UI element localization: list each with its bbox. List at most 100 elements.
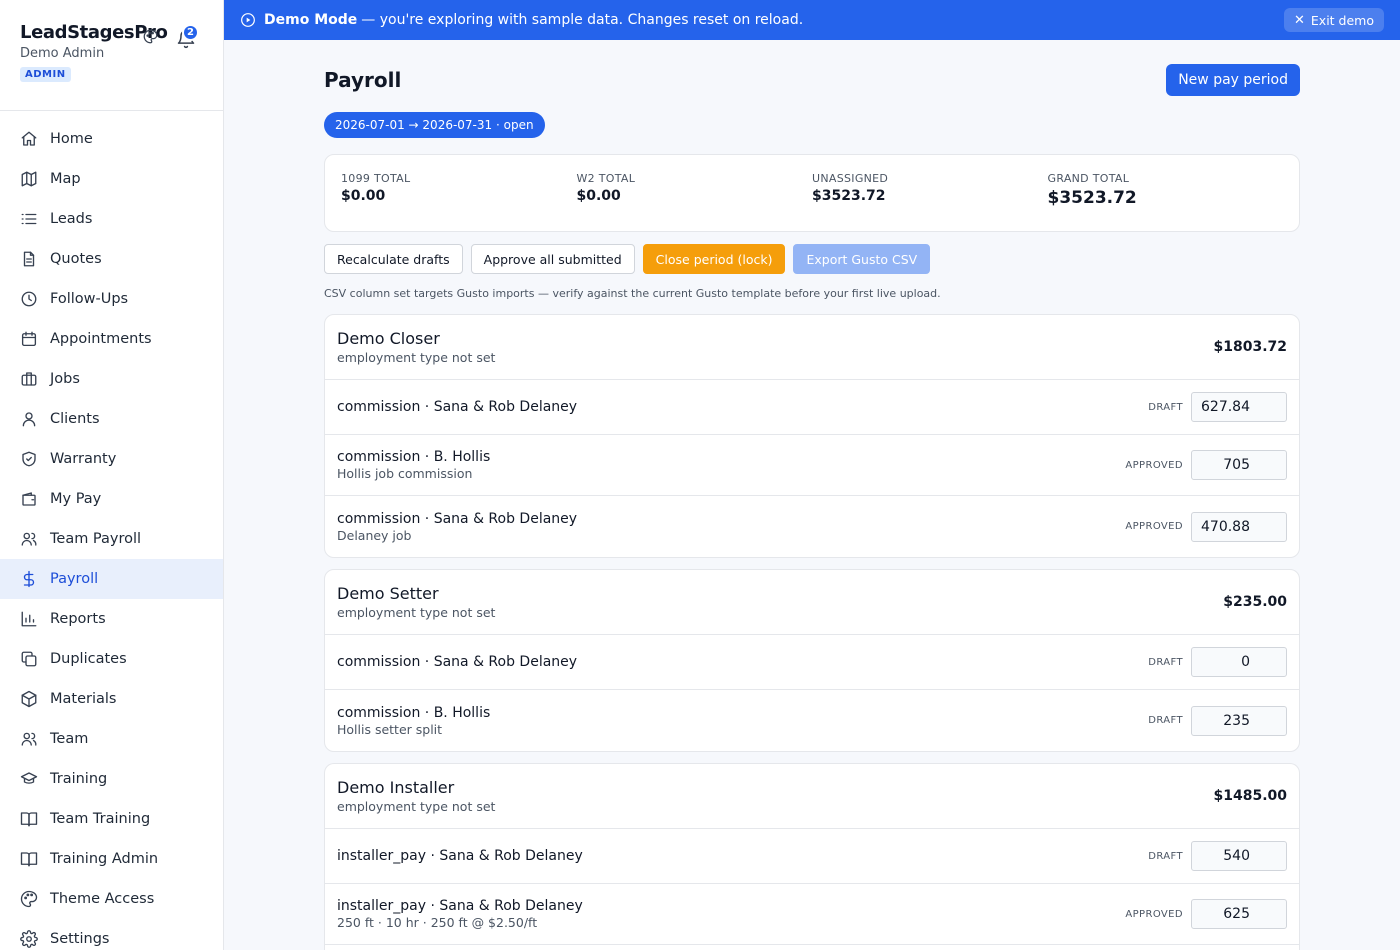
page-title: Payroll	[324, 68, 402, 92]
pay-period-selector[interactable]: 2026-07-01 → 2026-07-31 · open	[324, 112, 545, 138]
document-icon	[20, 250, 38, 268]
pay-line-title: installer_pay · Sana & Rob Delaney	[337, 848, 583, 864]
new-pay-period-button[interactable]: New pay period	[1166, 64, 1300, 96]
users-icon	[20, 530, 38, 548]
shield-icon	[20, 450, 38, 468]
status-badge: DRAFT	[1148, 715, 1183, 726]
sidebar-item-label: Follow-Ups	[50, 291, 129, 307]
sidebar-item-label: Theme Access	[50, 891, 155, 907]
demo-mode-title: Demo Mode	[264, 12, 358, 28]
copy-icon	[20, 650, 38, 668]
palette-icon[interactable]	[143, 29, 158, 44]
person-card: Demo Setter employment type not set $235…	[324, 569, 1300, 752]
sidebar-item-training[interactable]: Training	[0, 759, 223, 799]
pay-line: commission · Sana & Rob Delaney DRAFT 0	[325, 635, 1299, 690]
total-1099: 1099 TOTAL $0.00	[341, 155, 577, 231]
dollar-icon	[20, 570, 38, 588]
employment-type: employment type not set	[337, 799, 496, 814]
status-badge: DRAFT	[1148, 656, 1183, 668]
sidebar-item-training-admin[interactable]: Training Admin	[0, 839, 223, 879]
amount-input[interactable]: 0	[1191, 647, 1287, 677]
pay-line: commission · B. Hollis Hollis job commis…	[325, 435, 1299, 496]
list-icon	[20, 210, 38, 228]
sidebar-item-label: Training Admin	[50, 851, 159, 867]
person-total: $1485.00	[1213, 788, 1287, 804]
sidebar: LeadStagesPro Demo Admin ADMIN 2 Home Map…	[0, 0, 224, 950]
sidebar-item-team[interactable]: Team	[0, 719, 223, 759]
amount-input[interactable]: 627.84	[1191, 392, 1287, 422]
sidebar-item-map[interactable]: Map	[0, 159, 223, 199]
pay-line: commission · Sana & Rob Delaney DRAFT 62…	[325, 380, 1299, 435]
sidebar-item-leads[interactable]: Leads	[0, 199, 223, 239]
sidebar-item-label: Reports	[50, 611, 106, 627]
sidebar-item-label: Materials	[50, 691, 117, 707]
person-total: $1803.72	[1213, 339, 1287, 355]
person-header: Demo Setter employment type not set $235…	[325, 570, 1299, 635]
pay-line-note: Delaney job	[337, 527, 412, 543]
amount-input[interactable]: 470.88	[1191, 511, 1287, 542]
export-gusto-csv-button[interactable]: Export Gusto CSV	[793, 244, 931, 274]
recalculate-drafts-button[interactable]: Recalculate drafts	[324, 244, 463, 274]
gear-icon	[20, 930, 38, 948]
sidebar-item-team-payroll[interactable]: Team Payroll	[0, 519, 223, 559]
person-header: Demo Closer employment type not set $180…	[325, 315, 1299, 380]
total-label: GRAND TOTAL	[1047, 172, 1130, 185]
sidebar-item-appointments[interactable]: Appointments	[0, 319, 223, 359]
brand-header: LeadStagesPro Demo Admin ADMIN 2	[0, 0, 223, 111]
total-label: UNASSIGNED	[812, 172, 889, 185]
pay-line-title: commission · Sana & Rob Delaney	[337, 399, 578, 415]
employment-type: employment type not set	[337, 605, 496, 620]
sidebar-item-label: Jobs	[50, 371, 80, 387]
total-unassigned: UNASSIGNED $3523.72	[812, 155, 1048, 231]
close-icon: ✕	[1294, 12, 1305, 28]
grand-total-value: $3523.72	[1047, 188, 1137, 208]
book-icon	[20, 850, 38, 868]
amount-input[interactable]: 235	[1191, 705, 1287, 736]
amount-input[interactable]: 705	[1191, 450, 1287, 480]
sidebar-item-label: Payroll	[50, 571, 99, 587]
sidebar-item-home[interactable]: Home	[0, 119, 223, 159]
sidebar-item-clients[interactable]: Clients	[0, 399, 223, 439]
sidebar-item-follow-ups[interactable]: Follow-Ups	[0, 279, 223, 319]
sidebar-item-materials[interactable]: Materials	[0, 679, 223, 719]
exit-demo-button[interactable]: ✕ Exit demo	[1284, 8, 1384, 32]
sidebar-item-theme-access[interactable]: Theme Access	[0, 879, 223, 919]
box-icon	[20, 690, 38, 708]
sidebar-nav: Home Map Leads Quotes Follow-Ups Appointments…	[0, 111, 223, 950]
sidebar-item-my-pay[interactable]: My Pay	[0, 479, 223, 519]
sidebar-item-warranty[interactable]: Warranty	[0, 439, 223, 479]
close-period-button[interactable]: Close period (lock)	[642, 244, 786, 274]
sidebar-item-label: Quotes	[50, 251, 102, 267]
person-card: Demo Installer employment type not set $…	[324, 763, 1300, 950]
sidebar-item-team-training[interactable]: Team Training	[0, 799, 223, 839]
notification-count-badge: 2	[182, 24, 199, 41]
sidebar-item-settings[interactable]: Settings	[0, 919, 223, 950]
sidebar-item-reports[interactable]: Reports	[0, 599, 223, 639]
sidebar-item-label: Team Training	[50, 811, 151, 827]
person-card: Demo Closer employment type not set $180…	[324, 314, 1300, 558]
book-icon	[20, 810, 38, 828]
amount-input[interactable]: 540	[1191, 841, 1287, 871]
pay-line-note: Hollis job commission	[337, 466, 473, 481]
total-grand: GRAND TOTAL $3523.72	[1048, 155, 1284, 231]
sidebar-item-label: Duplicates	[50, 651, 127, 667]
status-badge: APPROVED	[1125, 908, 1183, 920]
sidebar-item-payroll[interactable]: Payroll	[0, 559, 223, 599]
palette-icon	[20, 890, 38, 908]
sidebar-item-quotes[interactable]: Quotes	[0, 239, 223, 279]
sidebar-item-duplicates[interactable]: Duplicates	[0, 639, 223, 679]
total-value: $0.00	[341, 188, 386, 204]
pay-line-title: commission · Sana & Rob Delaney	[337, 654, 578, 670]
demo-mode-banner: Demo Mode — you're exploring with sample…	[224, 0, 1400, 40]
approve-all-submitted-button[interactable]: Approve all submitted	[470, 244, 635, 274]
amount-input[interactable]: 625	[1191, 899, 1287, 929]
person-name: Demo Setter	[337, 584, 439, 603]
total-label: 1099 TOTAL	[341, 172, 411, 185]
sidebar-item-label: Training	[50, 771, 108, 787]
sidebar-item-jobs[interactable]: Jobs	[0, 359, 223, 399]
pay-line-title: commission · B. Hollis	[337, 449, 491, 465]
status-badge: DRAFT	[1148, 850, 1183, 862]
status-badge: DRAFT	[1148, 401, 1183, 413]
demo-mode-message: — you're exploring with sample data. Cha…	[361, 12, 804, 28]
person-name: Demo Installer	[337, 778, 455, 797]
